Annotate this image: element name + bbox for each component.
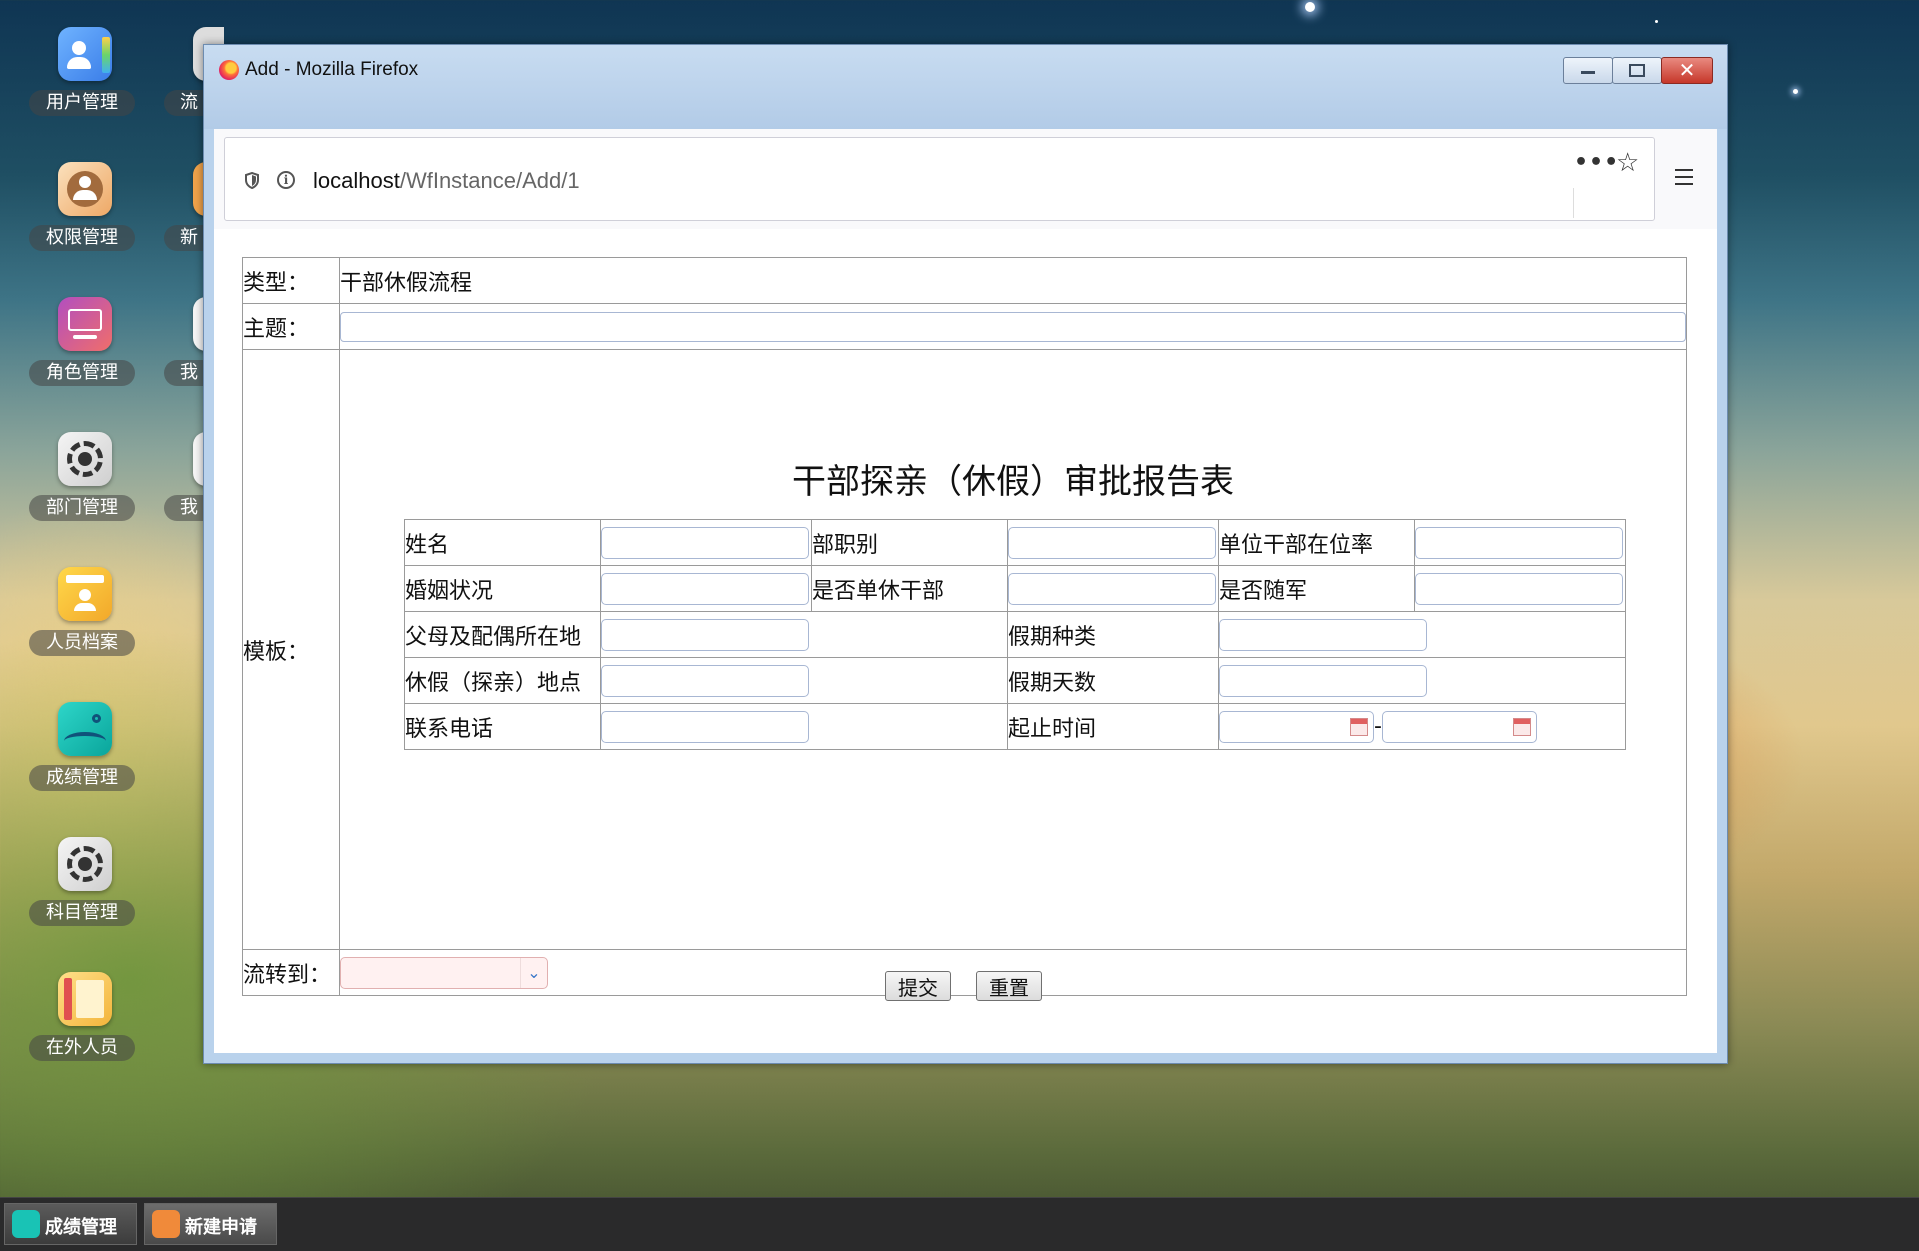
type-label: 类型： (242, 257, 340, 304)
taskbar-item-label: 成绩管理 (45, 1217, 117, 1238)
parents-location-label: 父母及配偶所在地 (404, 611, 601, 658)
desktop-icon-label: 成绩管理 (29, 765, 135, 791)
unit-rate-input[interactable] (1415, 526, 1623, 559)
star-decoration (1305, 2, 1315, 12)
template-label: 模板： (242, 349, 340, 950)
period-label: 起止时间 (1007, 703, 1219, 750)
close-icon: ✕ (1678, 58, 1696, 82)
url-path: /WfInstance/Add/1 (399, 168, 580, 193)
desktop-icon-label: 在外人员 (29, 1035, 135, 1061)
vacation-days-input[interactable] (1219, 664, 1427, 697)
gear-icon (58, 432, 112, 486)
star-decoration (1793, 89, 1798, 94)
wave-icon (12, 1210, 40, 1238)
phone-label: 联系电话 (404, 703, 601, 750)
single-retired-label: 是否单休干部 (811, 565, 1008, 612)
desktop-icon-label: 部门管理 (29, 495, 135, 521)
phone-input[interactable] (601, 710, 809, 743)
page-content: 类型： 干部休假流程 主题： 模板： 干部探亲（休假）审批报告表 姓名 部职别 (214, 229, 1717, 1053)
vacation-type-input[interactable] (1219, 618, 1427, 651)
desktop-icon-user-management[interactable]: 用户管理 (29, 17, 169, 127)
with-army-label: 是否随军 (1218, 565, 1415, 612)
minimize-button[interactable] (1563, 57, 1613, 84)
window-title: Add - Mozilla Firefox (245, 59, 419, 80)
dept-rank-label: 部职别 (811, 519, 1008, 566)
taskbar-item-new-application[interactable]: 新建申请 (144, 1203, 277, 1245)
single-retired-input[interactable] (1008, 572, 1216, 605)
maximize-icon (1629, 64, 1645, 77)
reset-button[interactable]: 重置 (976, 971, 1042, 1001)
template-area: 干部探亲（休假）审批报告表 姓名 部职别 单位干部在位率 婚姻状况 是否单休干部… (339, 349, 1687, 950)
vacation-type-label: 假期种类 (1007, 611, 1219, 658)
desktop-icon-label: 人员档案 (29, 630, 135, 656)
with-army-input[interactable] (1415, 572, 1623, 605)
vacation-days-label: 假期天数 (1007, 657, 1219, 704)
desktop-icon-department-management[interactable]: 部门管理 (29, 422, 169, 532)
submit-button[interactable]: 提交 (885, 971, 951, 1001)
date-separator: - (1374, 713, 1382, 739)
subject-label: 主题： (242, 303, 340, 350)
marital-input[interactable] (601, 572, 809, 605)
page-actions-icon[interactable]: ••• (1574, 150, 1619, 175)
taskbar-item-label: 新建申请 (185, 1217, 257, 1238)
type-value: 干部休假流程 (339, 257, 1687, 304)
unit-rate-label: 单位干部在位率 (1218, 519, 1415, 566)
start-date-input[interactable] (1219, 710, 1374, 743)
taskbar-item-grade-management[interactable]: 成绩管理 (4, 1203, 137, 1245)
minimize-icon (1581, 71, 1595, 74)
template-title: 干部探亲（休假）审批报告表 (792, 462, 1234, 502)
vacation-place-input[interactable] (601, 664, 809, 697)
dept-rank-input[interactable] (1008, 526, 1216, 559)
book-icon (58, 972, 112, 1026)
shield-icon[interactable] (245, 172, 259, 189)
flow-to-label: 流转到： (242, 949, 340, 996)
separator (1573, 188, 1574, 218)
subject-input[interactable] (340, 311, 1686, 342)
parents-location-input[interactable] (601, 618, 809, 651)
star-decoration (1655, 20, 1658, 23)
desktop-icon-label: 用户管理 (29, 90, 135, 116)
desktop-icon-subject-management[interactable]: 科目管理 (29, 827, 169, 937)
name-label: 姓名 (404, 519, 601, 566)
application-icon (152, 1210, 180, 1238)
vacation-place-label: 休假（探亲）地点 (404, 657, 601, 704)
info-icon[interactable]: i (277, 171, 295, 189)
leave-approval-table: 姓名 部职别 单位干部在位率 婚姻状况 是否单休干部 是否随军 父母及配偶所在地… (404, 519, 1626, 750)
calendar-icon[interactable] (1512, 717, 1531, 736)
chevron-down-icon: ⌄ (520, 957, 547, 988)
desktop-icon-external-personnel[interactable]: 在外人员 (29, 962, 169, 1072)
user-card-icon (58, 27, 112, 81)
browser-window: Add - Mozilla Firefox ✕ i localhost/WfIn… (203, 44, 1728, 1064)
presentation-icon (58, 297, 112, 351)
profile-icon (58, 567, 112, 621)
maximize-button[interactable] (1612, 57, 1662, 84)
address-bar[interactable]: i localhost/WfInstance/Add/1 ••• ☆ (224, 137, 1655, 221)
taskbar: 成绩管理 新建申请 (0, 1197, 1919, 1251)
flow-to-select[interactable]: ⌄ (340, 956, 548, 989)
desktop-icon-label: 科目管理 (29, 900, 135, 926)
desktop-icon-personnel-archive[interactable]: 人员档案 (29, 557, 169, 667)
desktop-icon-permission-management[interactable]: 权限管理 (29, 152, 169, 262)
url-host: localhost (313, 168, 400, 193)
desktop-icon-label: 权限管理 (29, 225, 135, 251)
bookmark-star-icon[interactable]: ☆ (1616, 148, 1639, 178)
url-text[interactable]: localhost/WfInstance/Add/1 (313, 168, 580, 194)
desktop-icon-label: 角色管理 (29, 360, 135, 386)
group-icon (58, 162, 112, 216)
desktop-icon-grade-management[interactable]: 成绩管理 (29, 692, 169, 802)
window-titlebar[interactable]: Add - Mozilla Firefox ✕ (204, 45, 1727, 129)
end-date-input[interactable] (1381, 710, 1537, 743)
marital-label: 婚姻状况 (404, 565, 601, 612)
workflow-form-table: 类型： 干部休假流程 主题： 模板： 干部探亲（休假）审批报告表 姓名 部职别 (242, 257, 1687, 996)
close-button[interactable]: ✕ (1661, 57, 1713, 84)
wave-icon (58, 702, 112, 756)
firefox-logo-icon (219, 60, 239, 80)
hamburger-menu-icon[interactable] (1675, 169, 1693, 190)
name-input[interactable] (601, 526, 809, 559)
calendar-icon[interactable] (1350, 717, 1368, 736)
desktop-icon-role-management[interactable]: 角色管理 (29, 287, 169, 397)
navigation-bar: i localhost/WfInstance/Add/1 ••• ☆ (214, 129, 1717, 229)
gear-icon (58, 837, 112, 891)
